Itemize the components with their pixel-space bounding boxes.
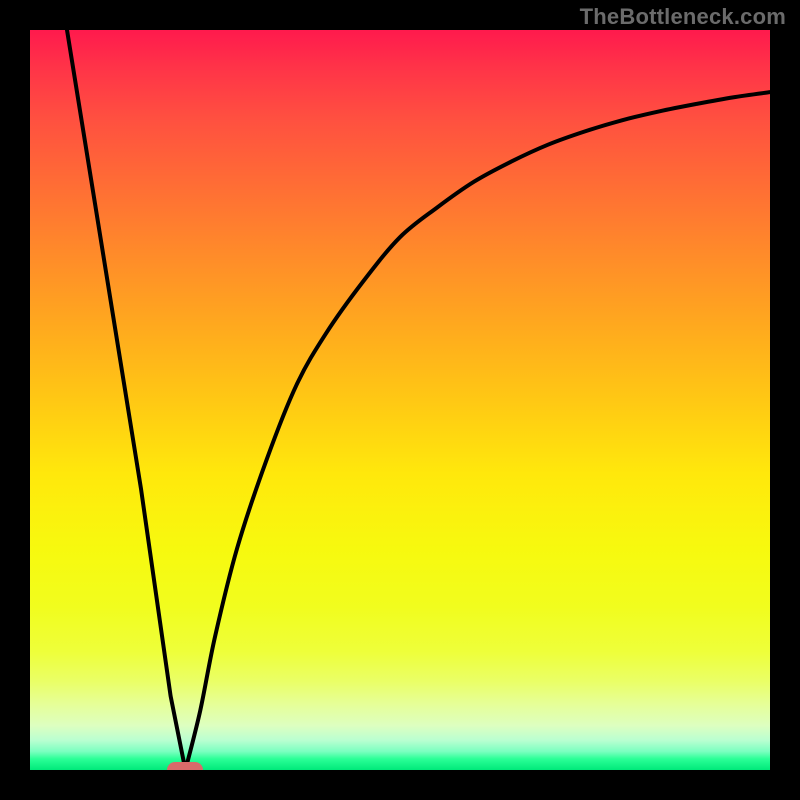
bottleneck-curve xyxy=(67,30,770,770)
curve-svg xyxy=(30,30,770,770)
chart-frame: TheBottleneck.com xyxy=(0,0,800,800)
plot-area xyxy=(30,30,770,770)
min-marker xyxy=(167,762,203,770)
watermark-text: TheBottleneck.com xyxy=(580,4,786,30)
